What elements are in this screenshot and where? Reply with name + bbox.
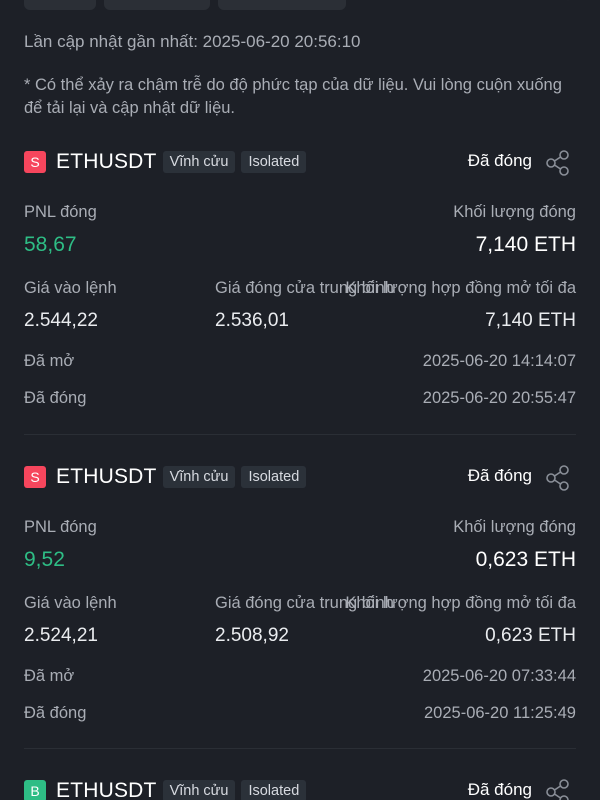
- closed-volume-value: 7,140 ETH: [475, 233, 576, 256]
- contract-type-tag: Vĩnh cửu: [162, 151, 236, 173]
- position-card[interactable]: B ETHUSDT Vĩnh cửu Isolated Đã đóng: [0, 777, 600, 800]
- contract-type-tag: Vĩnh cửu: [162, 466, 236, 488]
- position-card[interactable]: S ETHUSDT Vĩnh cửu Isolated Đã đóng PNL …: [0, 463, 600, 763]
- closed-time: 2025-06-20 11:25:49: [424, 704, 576, 722]
- filter-bar: [24, 0, 346, 10]
- filter-chip[interactable]: [218, 0, 346, 10]
- closed-volume-label: Khối lượng đóng: [453, 203, 576, 221]
- side-badge: S: [24, 466, 46, 488]
- last-updated-text: Lần cập nhật gần nhất: 2025-06-20 20:56:…: [24, 32, 361, 51]
- divider: [24, 434, 576, 435]
- side-badge: B: [24, 780, 46, 800]
- delay-note: * Có thể xảy ra chậm trễ do độ phức tạp …: [24, 76, 562, 117]
- entry-price-label: Giá vào lệnh: [24, 594, 117, 612]
- max-open-interest-label: Khối lượng hợp đồng mở tối đa: [345, 594, 576, 612]
- pnl-label: PNL đóng: [24, 518, 97, 536]
- closed-volume-value: 0,623 ETH: [475, 548, 576, 571]
- closed-time: 2025-06-20 20:55:47: [422, 389, 576, 407]
- pnl-label: PNL đóng: [24, 203, 97, 221]
- share-icon[interactable]: [544, 149, 572, 177]
- share-icon[interactable]: [544, 464, 572, 492]
- pnl-value: 58,67: [24, 233, 77, 256]
- closed-label: Đã đóng: [24, 704, 87, 722]
- status-text: Đã đóng: [467, 780, 532, 799]
- divider: [24, 748, 576, 749]
- margin-mode-tag: Isolated: [241, 151, 307, 173]
- filter-chip[interactable]: [24, 0, 96, 10]
- closed-volume-label: Khối lượng đóng: [453, 518, 576, 536]
- entry-price-label: Giá vào lệnh: [24, 279, 117, 297]
- position-card[interactable]: S ETHUSDT Vĩnh cửu Isolated Đã đóng PNL …: [0, 148, 600, 448]
- opened-label: Đã mở: [24, 667, 75, 685]
- symbol: ETHUSDT: [56, 779, 157, 800]
- opened-label: Đã mở: [24, 352, 75, 370]
- status-text: Đã đóng: [467, 466, 532, 485]
- share-icon[interactable]: [544, 778, 572, 800]
- contract-type-tag: Vĩnh cửu: [162, 780, 236, 800]
- position-header: S ETHUSDT Vĩnh cửu Isolated: [24, 148, 312, 176]
- max-open-interest-value: 0,623 ETH: [485, 625, 576, 646]
- chevron-down-icon[interactable]: [562, 0, 574, 4]
- filter-chip[interactable]: [104, 0, 210, 10]
- side-badge: S: [24, 151, 46, 173]
- margin-mode-tag: Isolated: [241, 780, 307, 800]
- symbol: ETHUSDT: [56, 150, 157, 173]
- avg-close-price-value: 2.536,01: [215, 310, 289, 331]
- max-open-interest-value: 7,140 ETH: [485, 310, 576, 331]
- max-open-interest-label: Khối lượng hợp đồng mở tối đa: [345, 279, 576, 297]
- position-header: S ETHUSDT Vĩnh cửu Isolated: [24, 463, 312, 491]
- status-text: Đã đóng: [467, 151, 532, 170]
- pnl-value: 9,52: [24, 548, 65, 571]
- margin-mode-tag: Isolated: [241, 466, 307, 488]
- entry-price-value: 2.524,21: [24, 625, 98, 646]
- avg-close-price-value: 2.508,92: [215, 625, 289, 646]
- symbol: ETHUSDT: [56, 465, 157, 488]
- opened-time: 2025-06-20 14:14:07: [422, 352, 576, 370]
- entry-price-value: 2.544,22: [24, 310, 98, 331]
- closed-label: Đã đóng: [24, 389, 87, 407]
- position-header: B ETHUSDT Vĩnh cửu Isolated: [24, 777, 312, 800]
- opened-time: 2025-06-20 07:33:44: [422, 667, 576, 685]
